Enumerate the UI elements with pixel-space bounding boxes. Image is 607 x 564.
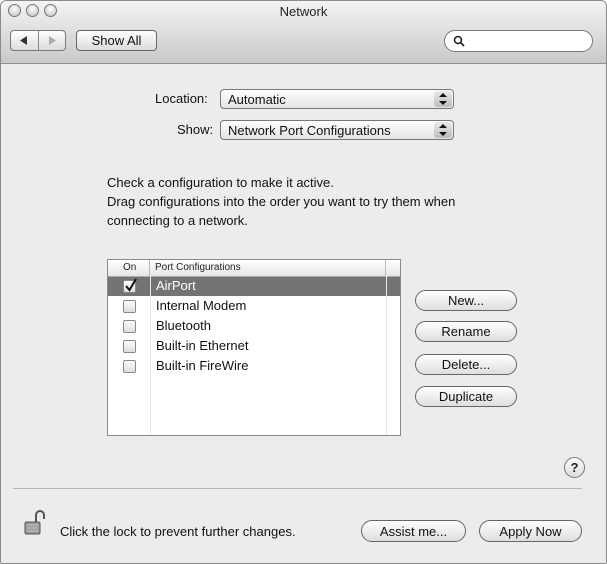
help-button[interactable]: ? <box>564 457 585 478</box>
column-divider <box>150 276 151 435</box>
delete-button[interactable]: Delete... <box>415 354 517 375</box>
column-header-port-configurations[interactable]: Port Configurations <box>150 260 386 276</box>
port-name: Internal Modem <box>156 298 247 313</box>
port-name: AirPort <box>156 278 196 293</box>
port-name: Bluetooth <box>156 318 211 333</box>
port-name: Built-in FireWire <box>156 358 249 373</box>
instruction-line: Check a configuration to make it active. <box>107 175 334 190</box>
right-arrow-icon <box>48 36 56 45</box>
location-popup[interactable]: Automatic <box>220 89 454 109</box>
rename-button[interactable]: Rename <box>415 321 517 342</box>
network-preferences-window: Network Show All Location: Automatic Sho… <box>0 0 607 564</box>
internal-modem-checkbox[interactable] <box>123 300 136 313</box>
show-all-button[interactable]: Show All <box>76 30 157 51</box>
column-divider <box>386 276 387 435</box>
table-row[interactable]: Internal Modem <box>108 297 400 316</box>
lock-icon <box>24 510 45 535</box>
back-button[interactable] <box>11 31 38 50</box>
location-value: Automatic <box>228 92 286 107</box>
apply-now-button[interactable]: Apply Now <box>479 520 582 542</box>
window-title: Network <box>279 4 328 19</box>
search-icon <box>453 35 465 47</box>
duplicate-button[interactable]: Duplicate <box>415 386 517 407</box>
table-row[interactable]: Built-in FireWire <box>108 357 400 376</box>
port-configurations-table: On Port Configurations AirPort Internal … <box>107 259 401 436</box>
instructions-text: Check a configuration to make it active.… <box>107 173 527 230</box>
lock-status-text: Click the lock to prevent further change… <box>60 524 296 539</box>
lock-button[interactable] <box>24 510 46 541</box>
show-value: Network Port Configurations <box>228 123 391 138</box>
popup-arrows-icon <box>434 122 452 138</box>
table-row[interactable]: Built-in Ethernet <box>108 337 400 356</box>
popup-arrows-icon <box>434 91 452 107</box>
new-button[interactable]: New... <box>415 290 517 311</box>
forward-button[interactable] <box>39 31 66 50</box>
airport-checkbox[interactable] <box>123 278 137 293</box>
column-header-on[interactable]: On <box>108 260 150 276</box>
location-label: Location: <box>155 91 208 106</box>
back-forward-control <box>10 30 66 51</box>
built-in-ethernet-checkbox[interactable] <box>123 340 136 353</box>
port-name: Built-in Ethernet <box>156 338 249 353</box>
checkmark-icon <box>125 278 137 292</box>
bluetooth-checkbox[interactable] <box>123 320 136 333</box>
titlebar: Network Show All <box>1 1 606 64</box>
show-label: Show: <box>177 122 214 137</box>
assist-me-button[interactable]: Assist me... <box>361 520 466 542</box>
show-popup[interactable]: Network Port Configurations <box>220 120 454 140</box>
table-row[interactable]: Bluetooth <box>108 317 400 336</box>
instruction-line: Drag configurations into the order you w… <box>107 194 456 209</box>
divider <box>13 488 582 489</box>
table-row[interactable]: AirPort <box>108 277 400 296</box>
instruction-line: connecting to a network. <box>107 213 248 228</box>
left-arrow-icon <box>20 36 28 45</box>
search-field[interactable] <box>444 30 593 52</box>
table-header: On Port Configurations <box>108 260 400 277</box>
built-in-firewire-checkbox[interactable] <box>123 360 136 373</box>
